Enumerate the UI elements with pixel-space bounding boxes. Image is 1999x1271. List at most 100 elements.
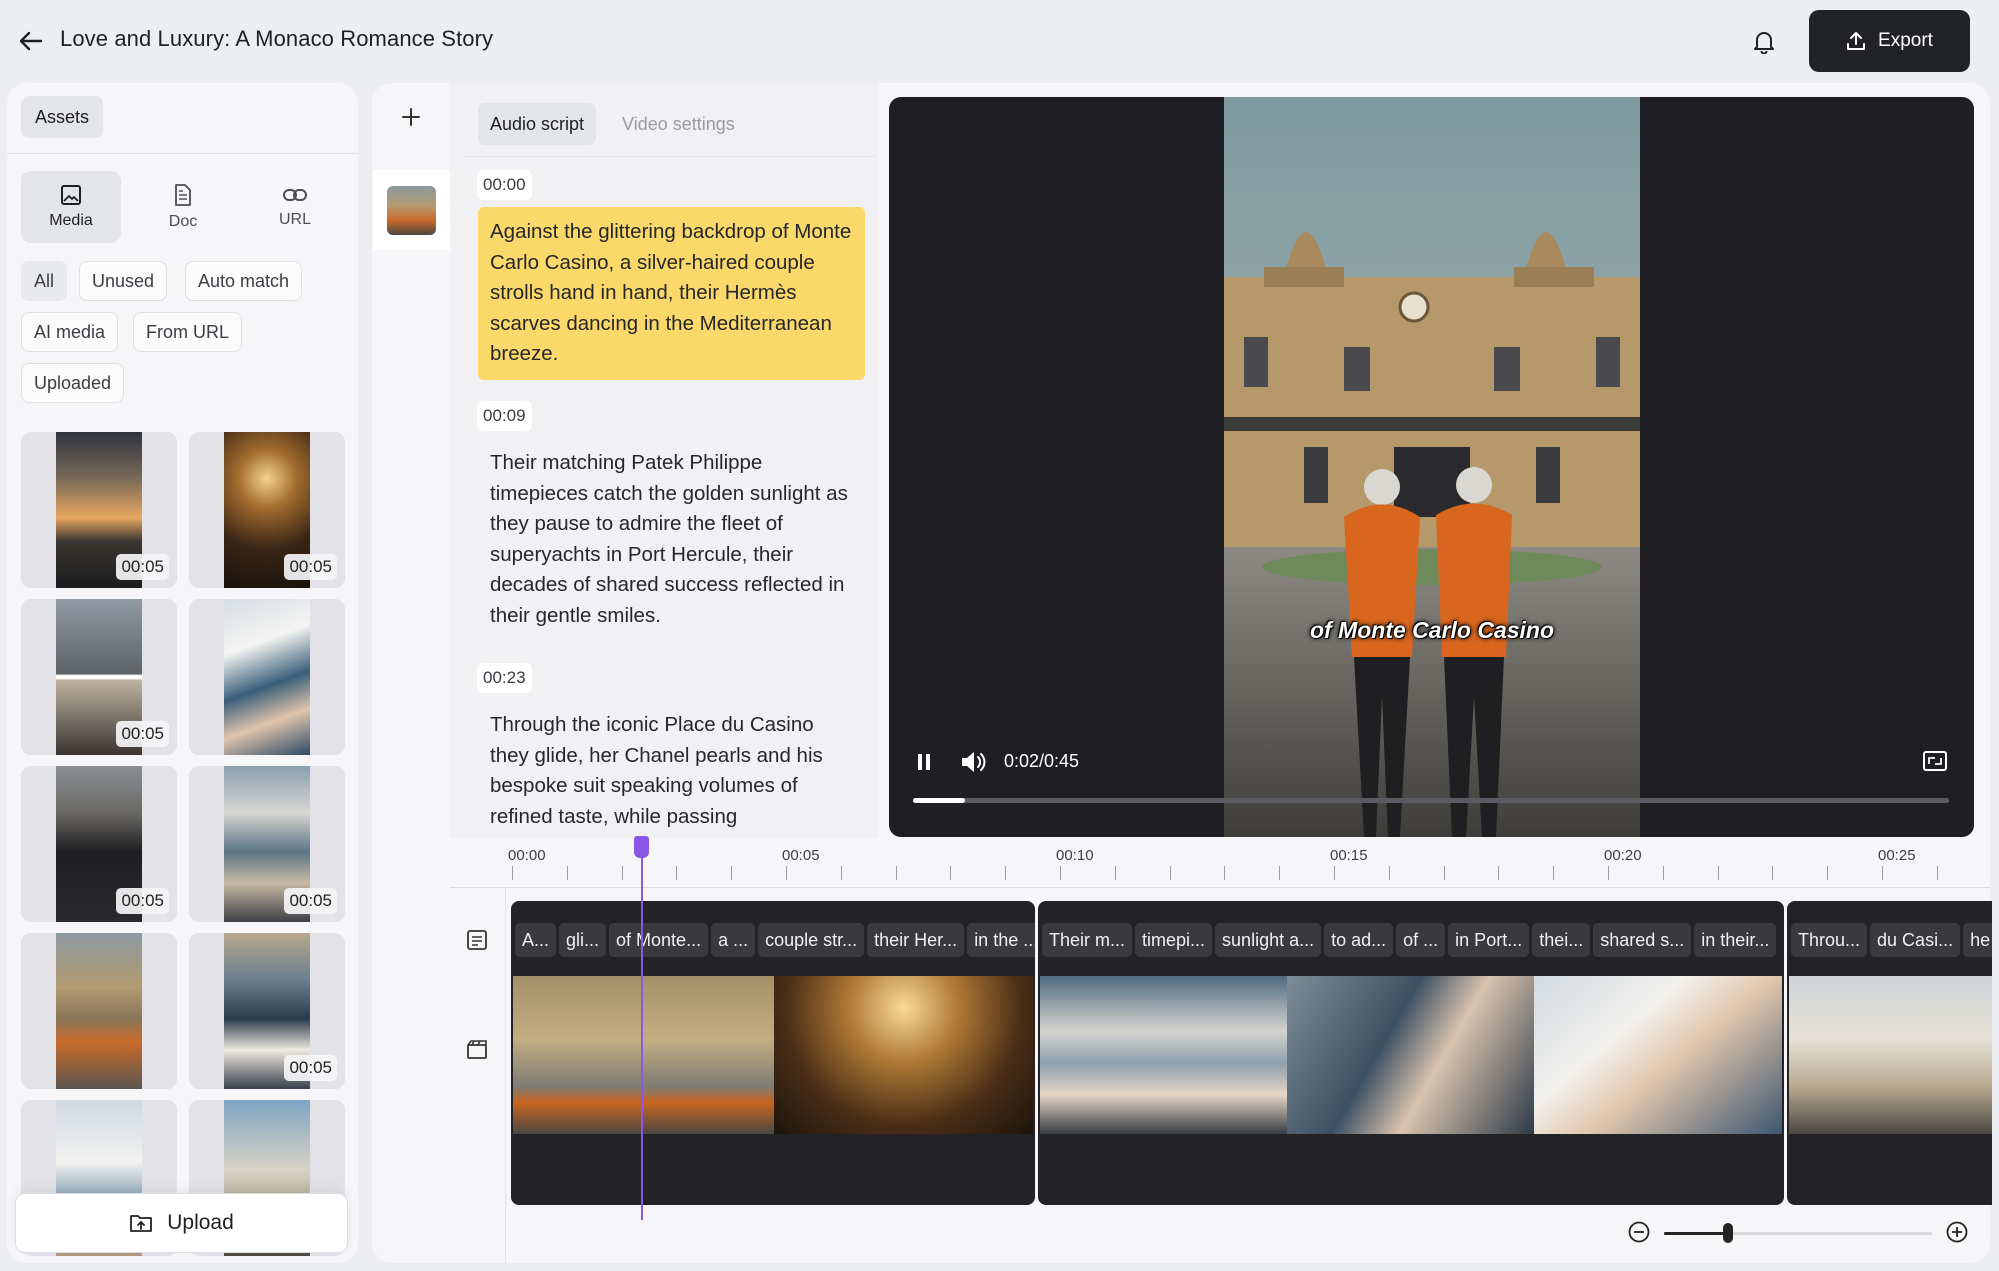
word-chip[interactable]: couple str...: [758, 923, 865, 957]
word-chip[interactable]: thei...: [1532, 923, 1591, 957]
zoom-in-button[interactable]: [1945, 1220, 1969, 1244]
divider: [466, 156, 876, 157]
video-track-toggle[interactable]: [466, 1038, 490, 1062]
folder-upload-icon: [130, 1215, 153, 1232]
word-chip[interactable]: Throu...: [1791, 923, 1868, 957]
zoom-out-button[interactable]: [1627, 1220, 1651, 1244]
back-button[interactable]: [14, 26, 48, 56]
word-chip[interactable]: timepi...: [1135, 923, 1213, 957]
video-frame: of Monte Carlo Casino: [1224, 97, 1640, 837]
word-chip[interactable]: he: [1963, 923, 1992, 957]
link-icon: [283, 189, 307, 201]
volume-button[interactable]: [959, 749, 987, 775]
word-chip[interactable]: sunlight a...: [1215, 923, 1322, 957]
fullscreen-button[interactable]: [1922, 749, 1948, 773]
media-thumbnail[interactable]: 00:05: [189, 933, 345, 1089]
tab-video-settings[interactable]: Video settings: [610, 103, 747, 145]
word-chip-row: A... gli... of Monte... a ... couple str…: [515, 923, 1035, 957]
playhead-handle[interactable]: [634, 836, 649, 858]
export-button[interactable]: Export: [1809, 10, 1970, 72]
video-clip-lobby[interactable]: [774, 976, 1033, 1134]
assets-panel: Assets Media Doc URL All Unused Auto mat…: [7, 83, 358, 1263]
plus-icon: [402, 108, 420, 126]
scene-thumbnail-image: [387, 186, 436, 235]
ruler-tick: [1334, 866, 1335, 880]
zoom-slider[interactable]: [1664, 1232, 1932, 1235]
script-paragraph[interactable]: Through the iconic Place du Casino they …: [478, 700, 865, 832]
word-chip[interactable]: du Casi...: [1870, 923, 1961, 957]
word-chip[interactable]: in Port...: [1448, 923, 1530, 957]
media-thumbnail[interactable]: 00:05: [21, 766, 177, 922]
zoom-out-icon: [1628, 1221, 1650, 1243]
ruler-tick: [840, 866, 842, 880]
filter-unused[interactable]: Unused: [79, 261, 168, 301]
filter-uploaded[interactable]: Uploaded: [21, 363, 125, 403]
media-thumbnail[interactable]: 00:05: [189, 432, 345, 588]
video-clip-hands[interactable]: [1534, 976, 1782, 1134]
word-chip[interactable]: shared s...: [1593, 923, 1692, 957]
ruler-tick: [1224, 866, 1226, 880]
source-tabs: Media Doc URL: [21, 171, 345, 243]
ruler-tick: [1662, 866, 1664, 880]
timeline-scene[interactable]: A... gli... of Monte... a ... couple str…: [511, 901, 1035, 1205]
timeline-scene[interactable]: Throu... du Casi... he: [1787, 901, 1992, 1205]
media-thumbnail[interactable]: 00:05: [21, 432, 177, 588]
video-clip-kiss[interactable]: [1287, 976, 1534, 1134]
progress-bar[interactable]: [913, 798, 1949, 803]
tab-doc[interactable]: Doc: [133, 171, 233, 243]
zoom-slider-fill: [1664, 1232, 1731, 1235]
video-caption: of Monte Carlo Casino: [1309, 617, 1555, 643]
media-thumbnail[interactable]: [21, 933, 177, 1089]
ruler-tick: [1553, 866, 1555, 880]
word-chip[interactable]: of Monte...: [609, 923, 709, 957]
add-scene-button[interactable]: [396, 102, 426, 132]
page-title: Love and Luxury: A Monaco Romance Story: [60, 26, 494, 51]
word-chip[interactable]: Their m...: [1042, 923, 1133, 957]
ruler-tick: [1827, 866, 1829, 880]
tab-url[interactable]: URL: [245, 171, 345, 243]
filter-ai-media[interactable]: AI media: [21, 312, 119, 352]
casino-scene-image: [1224, 97, 1640, 837]
word-chip[interactable]: A...: [515, 923, 557, 957]
tab-media-label: Media: [49, 212, 93, 229]
word-chip[interactable]: a ...: [711, 923, 756, 957]
timeline-scene[interactable]: Their m... timepi... sunlight a... to ad…: [1038, 901, 1784, 1205]
volume-icon: [962, 752, 986, 772]
ruler-tick: [1388, 866, 1390, 880]
media-thumbnail[interactable]: 00:05: [21, 599, 177, 755]
assets-tab[interactable]: Assets: [21, 96, 104, 138]
word-chip[interactable]: in their...: [1694, 923, 1777, 957]
video-clip-casino[interactable]: [513, 976, 774, 1134]
video-clip-palace[interactable]: [1789, 976, 1992, 1134]
script-paragraph[interactable]: Against the glittering backdrop of Monte…: [478, 207, 865, 380]
filter-all[interactable]: All: [21, 261, 68, 301]
filter-auto-match[interactable]: Auto match: [185, 261, 303, 301]
pause-button[interactable]: [913, 751, 935, 773]
word-chip[interactable]: of ...: [1396, 923, 1446, 957]
yacht-hands-image: [224, 599, 310, 755]
duration-badge: 00:05: [284, 1055, 337, 1081]
zoom-slider-handle[interactable]: [1723, 1223, 1733, 1243]
ruler-tick: [1498, 866, 1500, 880]
tab-audio-script[interactable]: Audio script: [478, 103, 597, 145]
script-paragraph[interactable]: Their matching Patek Philippe timepieces…: [478, 438, 865, 641]
media-thumbnail[interactable]: [189, 599, 345, 755]
filter-from-url[interactable]: From URL: [133, 312, 243, 352]
word-chip[interactable]: in the ...: [967, 923, 1035, 957]
tab-doc-label: Doc: [168, 213, 198, 230]
duration-badge: 00:05: [116, 888, 169, 914]
tab-media[interactable]: Media: [21, 171, 121, 243]
video-player[interactable]: of Monte Carlo Casino 0:02/0:45: [889, 97, 1974, 837]
media-thumbnail[interactable]: 00:05: [189, 766, 345, 922]
bell-icon: [1754, 32, 1774, 54]
timeline-ruler[interactable]: 00:00 00:05 00:10 00:15 00:20 00:25: [450, 840, 1990, 888]
upload-icon: [1847, 32, 1866, 50]
video-clip-harbor[interactable]: [1040, 976, 1287, 1134]
word-chip[interactable]: gli...: [559, 923, 607, 957]
upload-button[interactable]: Upload: [15, 1193, 348, 1253]
scene-thumbnail[interactable]: [387, 186, 436, 235]
notifications-button[interactable]: [1748, 26, 1780, 58]
word-chip[interactable]: their Her...: [867, 923, 965, 957]
word-chip[interactable]: to ad...: [1324, 923, 1394, 957]
script-track-toggle[interactable]: [466, 929, 490, 953]
